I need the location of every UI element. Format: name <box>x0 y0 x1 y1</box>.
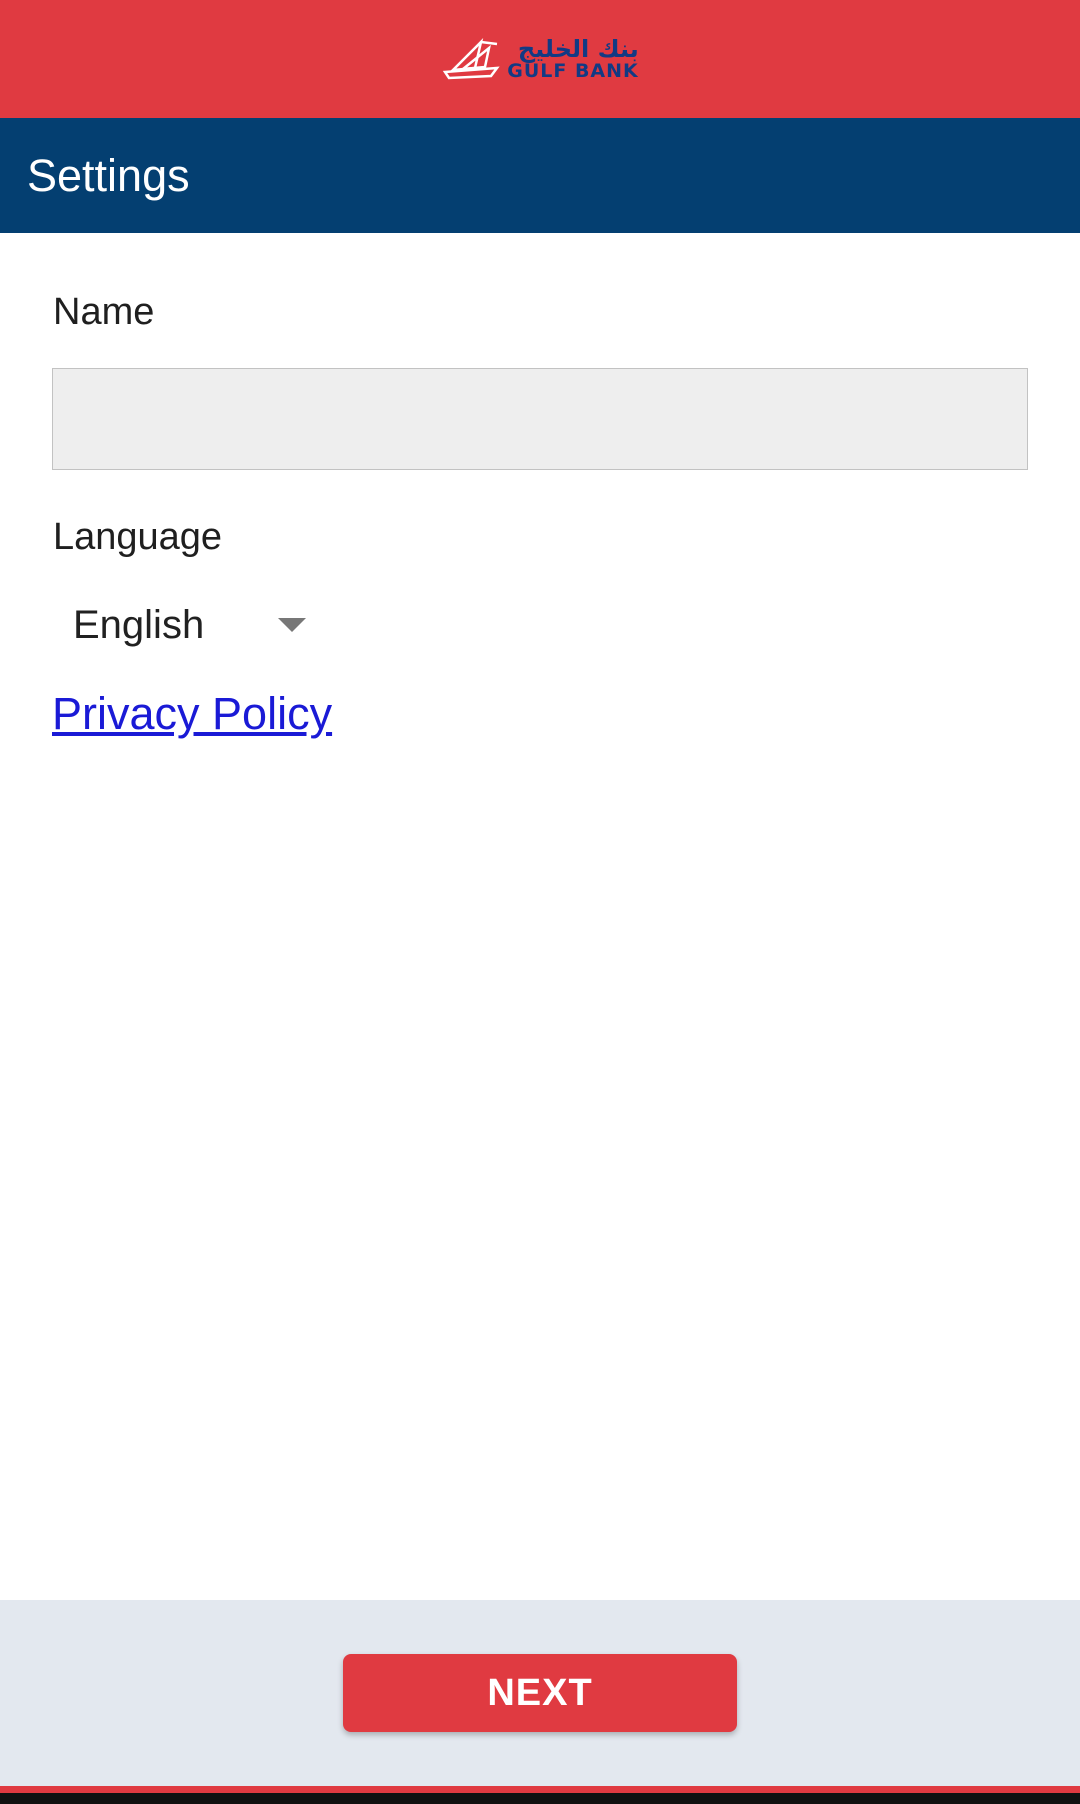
language-label: Language <box>53 516 223 558</box>
name-label: Name <box>53 291 155 333</box>
logo-english-text: GULF BANK <box>507 60 639 82</box>
page-title: Settings <box>27 149 190 201</box>
logo-wordmark: بنك الخليج GULF BANK <box>507 37 639 81</box>
bottom-edge <box>0 1793 1080 1804</box>
privacy-policy-link[interactable]: Privacy Policy <box>52 688 332 740</box>
settings-screen: بنك الخليج GULF BANK Settings Name Langu… <box>0 0 1080 1804</box>
dhow-sail-logo-icon <box>441 38 501 80</box>
logo-arabic-text: بنك الخليج <box>517 35 639 63</box>
settings-form: Name Language English Privacy Policy <box>0 233 1080 1600</box>
brand-header: بنك الخليج GULF BANK <box>0 0 1080 118</box>
bottom-accent-strip <box>0 1786 1080 1793</box>
footer-bar: NEXT <box>0 1600 1080 1786</box>
next-button[interactable]: NEXT <box>343 1654 737 1732</box>
gulf-bank-logo: بنك الخليج GULF BANK <box>441 37 639 81</box>
language-selected-value: English <box>73 602 205 647</box>
name-input[interactable] <box>52 368 1028 470</box>
caret-down-icon <box>278 618 307 632</box>
title-bar: Settings <box>0 118 1080 233</box>
language-dropdown[interactable]: English <box>73 597 307 653</box>
